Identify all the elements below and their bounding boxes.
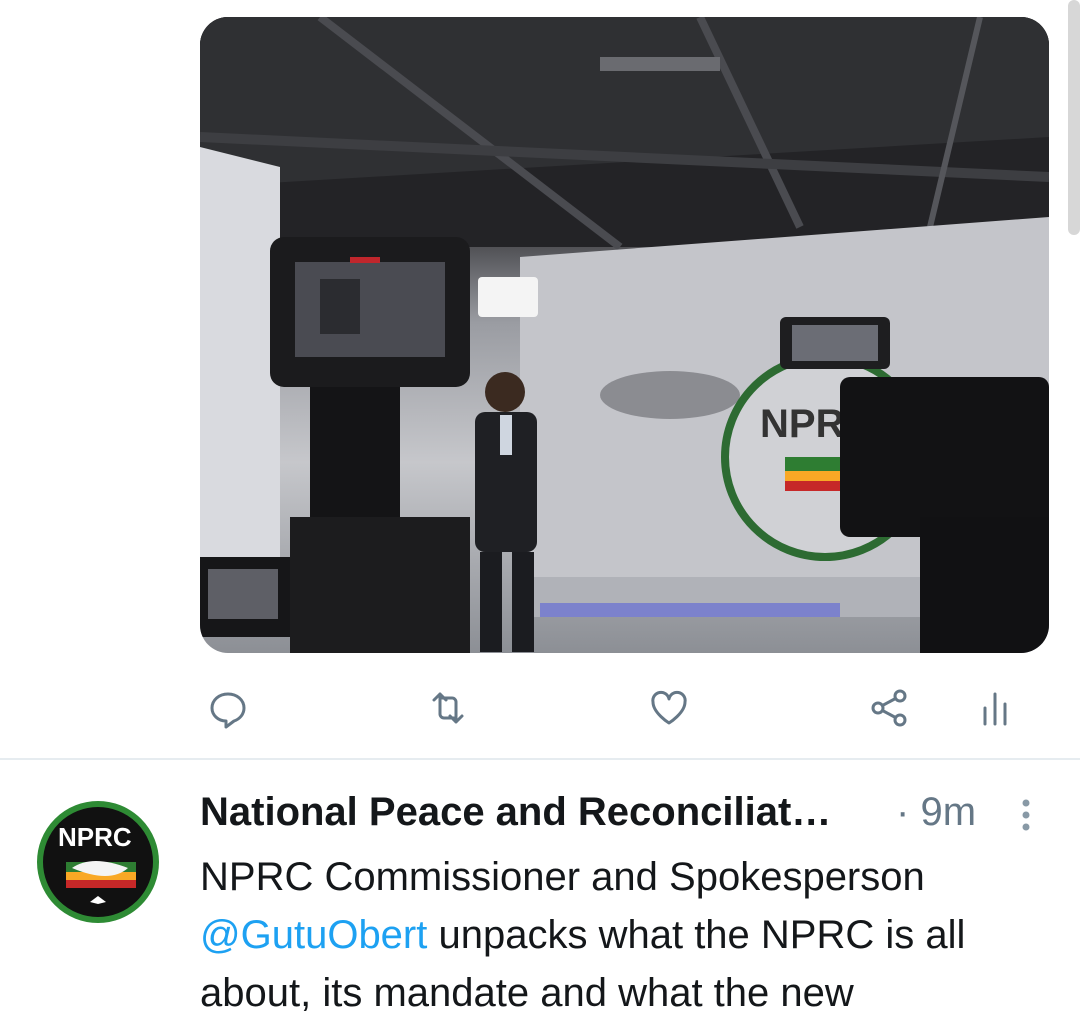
meta-separator: · [896, 790, 910, 834]
avatar-logo-text: NPRC [58, 822, 132, 852]
analytics-icon [983, 692, 1007, 726]
analytics-button[interactable] [965, 680, 1025, 736]
tweet-text-part1: NPRC Commissioner and Spokesperson [200, 855, 925, 899]
heart-icon [651, 690, 687, 725]
more-options-button[interactable] [1006, 790, 1046, 840]
author-name[interactable]: National Peace and Reconciliat… [200, 790, 831, 835]
tweet-text: NPRC Commissioner and Spokesperson @GutuO… [200, 848, 1060, 1022]
retweet-icon [432, 692, 464, 724]
reply-button[interactable] [198, 680, 258, 736]
tweet-divider [0, 758, 1080, 760]
more-vertical-icon [1022, 799, 1030, 831]
reply-icon [210, 692, 246, 729]
tweet-timestamp: · 9m [896, 790, 976, 835]
retweet-button[interactable] [418, 680, 478, 736]
share-icon [871, 689, 907, 727]
studio-photo-illustration: NPRC [200, 17, 1049, 653]
time-ago: 9m [920, 790, 977, 834]
mention-link[interactable]: @GutuObert [200, 913, 427, 957]
tweet-action-bar [200, 680, 1049, 736]
nprc-logo: NPRC [28, 792, 168, 932]
share-button[interactable] [860, 680, 920, 736]
tweet-photo[interactable]: NPRC [200, 17, 1049, 653]
like-button[interactable] [639, 680, 699, 736]
avatar[interactable]: NPRC [26, 790, 170, 934]
scrollbar[interactable] [1068, 0, 1080, 235]
tweet-header: National Peace and Reconciliat… · 9m [200, 790, 1060, 840]
